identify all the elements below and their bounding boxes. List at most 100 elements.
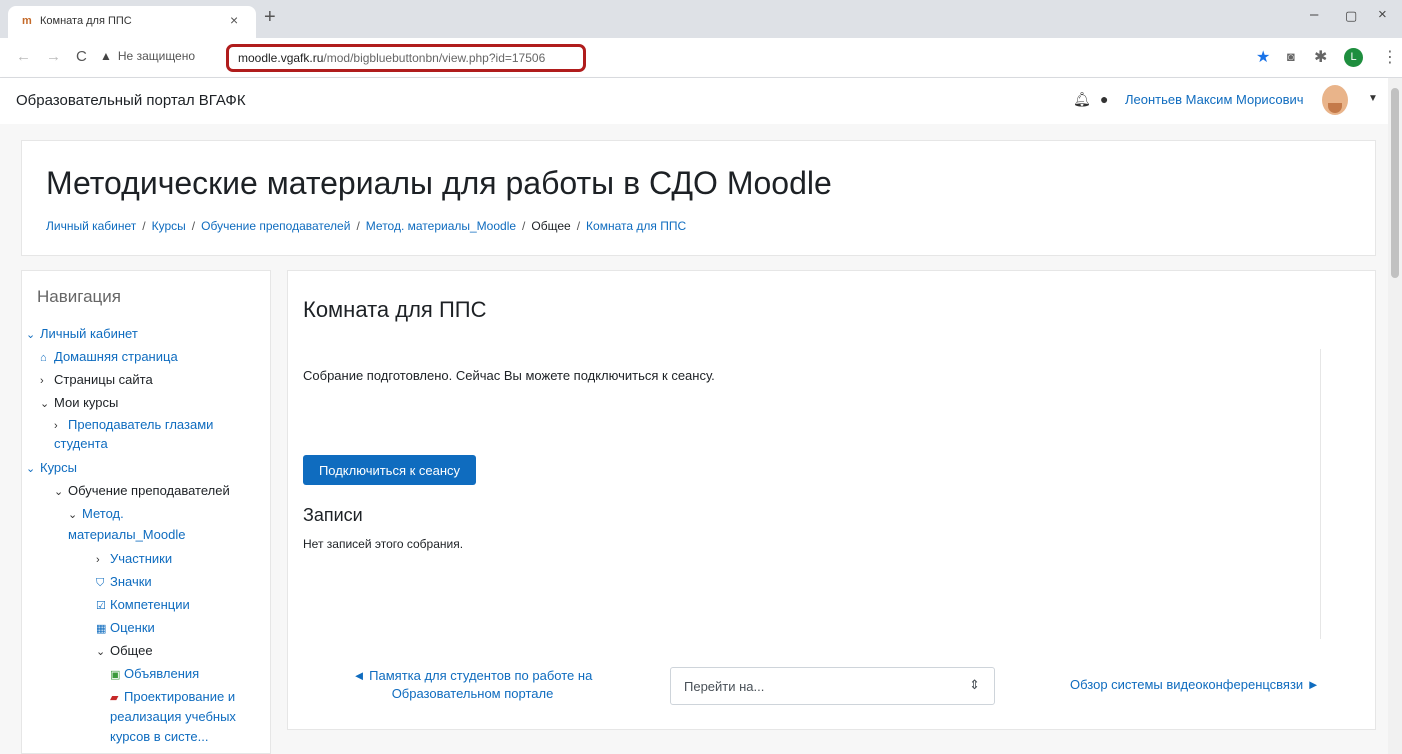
moodle-navbar: Образовательный портал ВГАФК 🔔︎ ● Леонть…: [0, 78, 1388, 124]
chevron-down-icon: ⌄: [54, 486, 64, 498]
url-path: /mod/bigbluebuttonbn/view.php?id=17506: [323, 51, 546, 65]
nav-item-label: Метод.: [82, 506, 124, 521]
address-warning[interactable]: ▲ Не защищено: [100, 49, 195, 63]
chevron-down-icon: ⌄: [26, 329, 36, 341]
breadcrumb-separator: /: [356, 219, 360, 233]
nav-item-label: Объявления: [124, 666, 200, 681]
breadcrumb-separator: /: [576, 219, 581, 233]
navigation-block: Навигация ⌄ Личный кабинет ⌂ Домашняя стра…: [21, 270, 271, 754]
back-icon[interactable]: ←: [16, 48, 31, 65]
breadcrumb-item[interactable]: Личный кабинет: [46, 219, 136, 233]
meeting-status: Собрание подготовлено. Сейчас Вы можете …: [303, 368, 715, 383]
nav-item-label: Обучение преподавателей: [68, 483, 230, 498]
nav-item-label: Оценки: [110, 620, 155, 635]
nav-item-competencies[interactable]: ☑ Компетенции: [96, 596, 190, 615]
join-session-button[interactable]: Подключиться к сеансу: [303, 455, 476, 485]
navigation-title: Навигация: [37, 287, 121, 306]
breadcrumb-current[interactable]: Комната для ППС: [586, 219, 686, 233]
jump-to-select[interactable]: Перейти на... ⇕: [670, 667, 995, 705]
breadcrumb: Личный кабинет / Курсы / Обучение преподават…: [46, 219, 686, 233]
nav-item-announcements[interactable]: ▣ Объявления: [110, 665, 199, 684]
breadcrumb-item[interactable]: Общее: [531, 219, 570, 233]
breadcrumb-separator: /: [142, 219, 146, 233]
scrollbar-thumb[interactable]: [1391, 88, 1399, 278]
breadcrumb-item[interactable]: Курсы: [152, 219, 186, 233]
course-header: Методические материалы для работы в СДО …: [21, 140, 1376, 256]
nav-item-label: Проектирование и: [124, 689, 236, 704]
nav-item-method-materials[interactable]: ⌄ Метод.: [68, 505, 124, 524]
nav-item-pdf-resource-cont[interactable]: реализация учебных: [110, 708, 236, 726]
nav-item-label: Домашняя страница: [54, 349, 178, 364]
reload-icon[interactable]: C: [76, 48, 87, 65]
user-avatar[interactable]: [1322, 85, 1348, 115]
chevron-down-icon: ⌄: [68, 509, 78, 521]
nav-item-badges[interactable]: ⛉ Значки: [96, 573, 152, 592]
nav-item-teacher-course[interactable]: › Преподаватель глазами: [54, 416, 213, 435]
browser-tab[interactable]: m Комната для ППС ×: [8, 6, 256, 38]
nav-item-teacher-course-cont[interactable]: студента: [54, 435, 108, 453]
breadcrumb-separator: /: [191, 219, 196, 233]
nav-item-label: материалы_Moodle: [68, 527, 186, 542]
main-content: Комната для ППС Собрание подготовлено. С…: [287, 270, 1376, 730]
address-bar[interactable]: moodle.vgafk.ru/mod/bigbluebuttonbn/view…: [226, 44, 586, 72]
nav-item-dashboard[interactable]: ⌄ Личный кабинет: [26, 325, 138, 344]
nav-item-my-courses[interactable]: ⌄ Мои курсы: [40, 394, 118, 413]
chevron-right-icon: ›: [96, 554, 100, 566]
browser-tab-strip: m Комната для ППС × + – ▢ ×: [0, 0, 1402, 38]
checkbox-icon: ☑: [96, 600, 106, 612]
recordings-empty-text: Нет записей этого собрания.: [303, 537, 464, 551]
chevron-right-icon: ›: [40, 375, 44, 387]
nav-item-pdf-resource-cont[interactable]: курсов в систе...: [110, 728, 208, 746]
nav-item-label: реализация учебных: [110, 709, 236, 724]
next-activity-link[interactable]: Обзор системы видеоконференцсвязи ►: [1070, 677, 1320, 692]
nav-item-label: студента: [54, 436, 108, 451]
forward-icon[interactable]: →: [46, 48, 61, 65]
maximize-icon[interactable]: ▢: [1345, 8, 1357, 24]
window-close-icon[interactable]: ×: [1378, 6, 1387, 23]
moodle-favicon-icon: m: [22, 15, 32, 27]
nav-item-general[interactable]: ⌄ Общее: [96, 642, 153, 661]
prev-activity-link[interactable]: ◄ Памятка для студентов по работе на Обр…: [340, 667, 605, 703]
extensions-icon[interactable]: ✱: [1314, 47, 1327, 67]
breadcrumb-item[interactable]: Метод. материалы_Moodle: [366, 219, 516, 233]
nav-item-courses[interactable]: ⌄ Курсы: [26, 459, 77, 478]
browser-toolbar: ← → C ▲ Не защищено moodle.vgafk.ru/mod/b…: [0, 38, 1402, 78]
page-scrollbar[interactable]: [1388, 78, 1402, 754]
nav-item-label: Преподаватель глазами: [68, 417, 214, 432]
nav-item-teacher-training[interactable]: ⌄ Обучение преподавателей: [54, 482, 230, 501]
chevron-right-icon: ›: [54, 420, 58, 432]
home-icon: ⌂: [40, 352, 47, 364]
new-tab-icon[interactable]: +: [264, 6, 276, 29]
tab-title: Комната для ППС: [40, 15, 132, 27]
nav-item-method-materials-cont[interactable]: материалы_Moodle: [68, 526, 185, 544]
nav-item-label: Общее: [110, 643, 153, 658]
room-title: Комната для ППС: [303, 297, 487, 322]
user-menu-caret-icon[interactable]: ▼: [1368, 93, 1378, 104]
bookmark-star-icon[interactable]: ★: [1256, 47, 1270, 67]
browser-menu-icon[interactable]: ⋮: [1382, 47, 1398, 67]
nav-item-label: Компетенции: [110, 597, 190, 612]
screenshot-icon[interactable]: ◙: [1287, 49, 1295, 64]
nav-item-label: Мои курсы: [54, 395, 119, 410]
prev-activity-line: Образовательном портале: [391, 686, 554, 701]
nav-item-pdf-resource[interactable]: ▰ Проектирование и: [110, 688, 235, 707]
minimize-icon[interactable]: –: [1310, 6, 1318, 23]
shield-icon: ⛉: [96, 577, 105, 589]
chevron-down-icon: ⌄: [96, 646, 106, 658]
breadcrumb-item[interactable]: Обучение преподавателей: [201, 219, 350, 233]
chat-icon[interactable]: ●: [1100, 91, 1108, 107]
nav-item-participants[interactable]: › Участники: [96, 550, 172, 569]
nav-item-grades[interactable]: ▦ Оценки: [96, 619, 155, 638]
user-name[interactable]: Леонтьев Максим Морисович: [1125, 92, 1304, 107]
nav-item-home[interactable]: ⌂ Домашняя страница: [40, 348, 178, 367]
site-name[interactable]: Образовательный портал ВГАФК: [16, 92, 246, 109]
profile-avatar[interactable]: L: [1344, 48, 1363, 67]
prev-activity-line: ◄ Памятка для студентов по работе на: [352, 668, 593, 683]
nav-item-site-pages[interactable]: › Страницы сайта: [40, 371, 153, 390]
bell-icon[interactable]: 🔔︎: [1073, 91, 1091, 108]
tab-close-icon[interactable]: ×: [230, 12, 238, 28]
jump-to-value: Перейти на...: [684, 679, 765, 694]
nav-item-label: Личный кабинет: [40, 326, 138, 341]
table-icon: ▦: [96, 623, 107, 635]
chevron-down-icon: ⌄: [26, 463, 36, 475]
